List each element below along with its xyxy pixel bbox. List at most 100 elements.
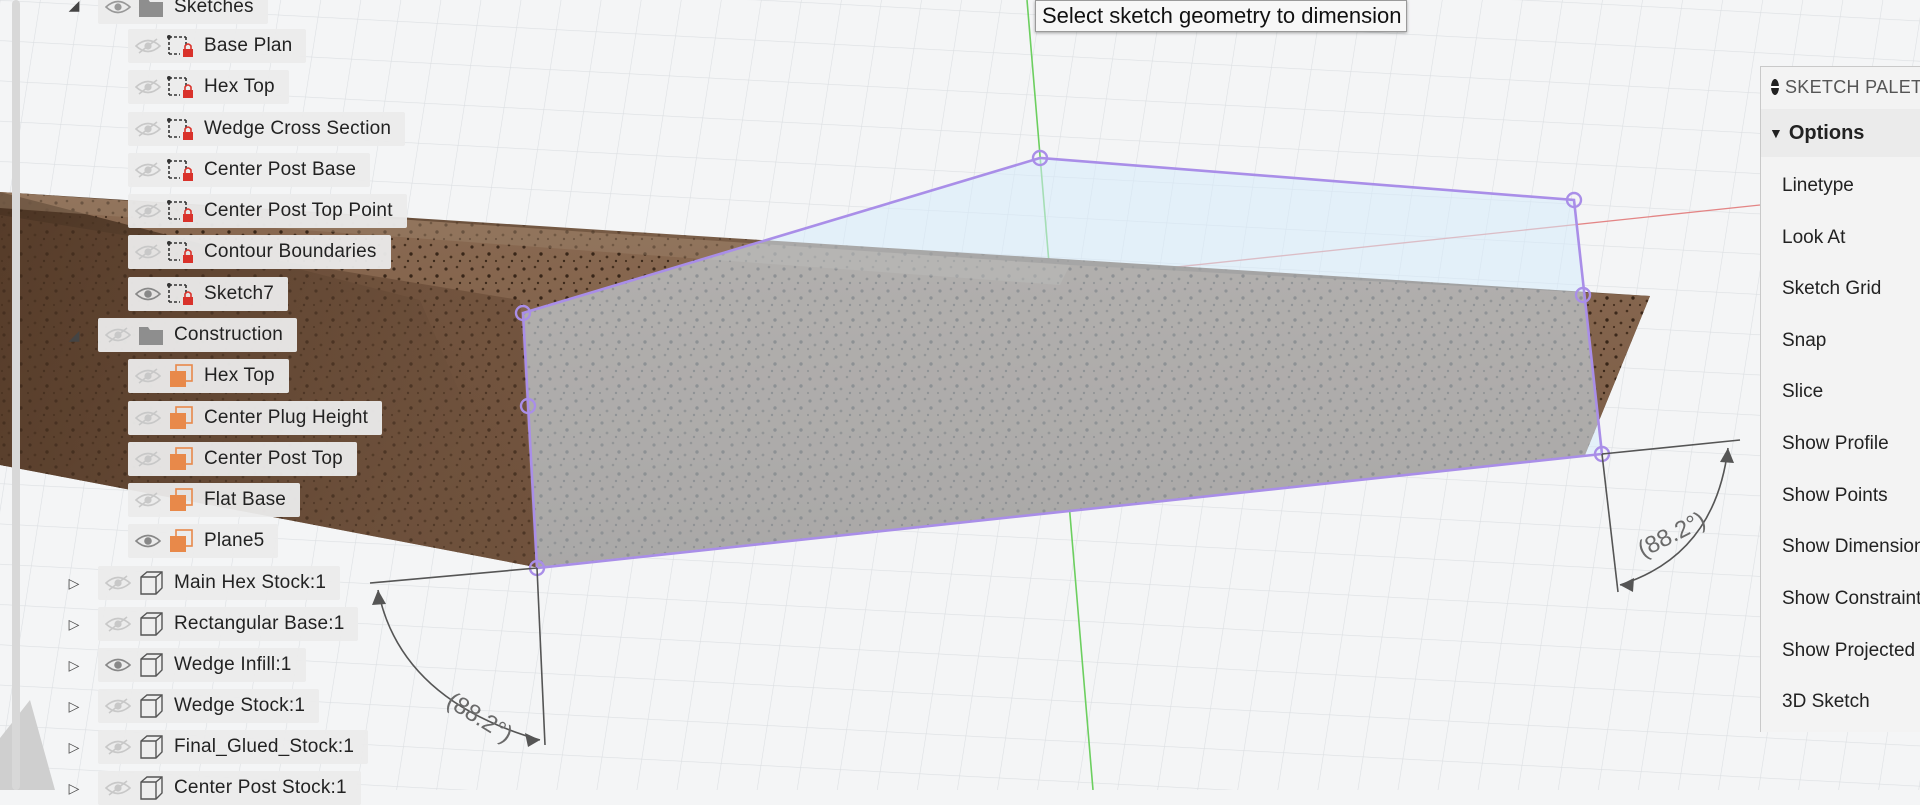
body-item-wedge-infill[interactable]: Wedge Infill:1 [98,648,306,682]
sketch-item-sketch7[interactable]: Sketch7 [128,277,289,311]
eye-hidden-icon[interactable] [132,408,164,428]
sketch-item-label: Wedge Cross Section [204,118,392,139]
option-show-constraints[interactable]: Show Constraints [1782,588,1920,610]
construction-plane-icon [164,361,198,391]
option-show-projected[interactable]: Show Projected [1782,640,1915,662]
plane-item-label: Hex Top [204,365,275,386]
sketch-locked-icon [164,31,198,61]
eye-hidden-icon[interactable] [132,490,164,510]
option-show-dimensions[interactable]: Show Dimensions [1782,536,1920,558]
expand-toggle[interactable]: ▷ [66,616,82,632]
body-cube-icon [134,773,168,803]
body-cube-icon [134,650,168,680]
sketch-item-wedge-cross-section[interactable]: Wedge Cross Section [128,112,406,146]
sketch-item-center-post-base[interactable]: Center Post Base [128,153,371,187]
eye-hidden-icon[interactable] [132,77,164,97]
option-show-points[interactable]: Show Points [1782,485,1888,507]
sketch-item-center-post-top-point[interactable]: Center Post Top Point [128,194,407,228]
sketch-palette-header[interactable]: SKETCH PALETTE [1761,67,1920,107]
option-look-at[interactable]: Look At [1782,227,1845,249]
option-linetype[interactable]: Linetype [1782,175,1854,197]
sketch-locked-icon [164,196,198,226]
plane-item-center-plug-height[interactable]: Center Plug Height [128,401,383,435]
body-cube-icon [134,691,168,721]
body-item-label: Main Hex Stock:1 [174,572,327,593]
body-item-center-post-stock[interactable]: Center Post Stock:1 [98,771,361,805]
body-cube-icon [134,568,168,598]
eye-hidden-icon[interactable] [102,325,134,345]
plane-item-center-post-top[interactable]: Center Post Top [128,442,357,476]
eye-icon[interactable] [132,284,164,304]
body-item-rectangular-base[interactable]: Rectangular Base:1 [98,607,359,641]
body-item-final-glued-stock[interactable]: Final_Glued_Stock:1 [98,730,369,764]
eye-hidden-icon[interactable] [102,573,134,593]
body-item-label: Rectangular Base:1 [174,613,345,634]
collapse-minus-icon[interactable] [1771,79,1779,95]
body-item-main-hex-stock[interactable]: Main Hex Stock:1 [98,566,341,600]
plane-item-label: Center Post Top [204,448,343,469]
eye-hidden-icon[interactable] [132,36,164,56]
construction-folder[interactable]: Construction [98,318,298,352]
plane-item-label: Center Plug Height [204,407,369,428]
expand-toggle[interactable]: ▷ [66,698,82,714]
options-section-header[interactable]: ▼ Options [1761,109,1920,157]
plane-item-plane5[interactable]: Plane5 [128,524,279,558]
eye-hidden-icon[interactable] [132,449,164,469]
sketch-item-label: Base Plan [204,35,293,56]
sketch-locked-icon [164,114,198,144]
sketch-item-label: Center Post Base [204,159,357,180]
expand-toggle[interactable]: ▷ [66,657,82,673]
expand-toggle[interactable]: ▷ [66,780,82,796]
sketch-item-label: Center Post Top Point [204,200,393,221]
eye-hidden-icon[interactable] [102,778,134,798]
construction-plane-icon [164,526,198,556]
eye-icon[interactable] [102,655,134,675]
folder-label: Construction [174,324,284,345]
sketches-folder[interactable]: Sketches [98,0,268,24]
sketch-item-hex-top[interactable]: Hex Top [128,70,289,104]
eye-hidden-icon[interactable] [132,242,164,262]
body-item-label: Final_Glued_Stock:1 [174,736,355,757]
sketch-item-base-plan[interactable]: Base Plan [128,29,307,63]
option-slice[interactable]: Slice [1782,381,1823,403]
option-sketch-grid[interactable]: Sketch Grid [1782,278,1881,300]
eye-hidden-icon[interactable] [132,160,164,180]
sketch-palette-title: SKETCH PALETTE [1785,76,1920,97]
option-snap[interactable]: Snap [1782,330,1826,352]
construction-collapse-toggle[interactable]: ◢ [66,327,82,343]
body-item-label: Center Post Stock:1 [174,777,347,798]
eye-hidden-icon[interactable] [132,119,164,139]
sketch-item-label: Sketch7 [204,283,275,304]
sketch-locked-icon [164,237,198,267]
body-cube-icon [134,609,168,639]
plane-item-flat-base[interactable]: Flat Base [128,483,301,517]
browser-tree: ◢ Sketches Base Plan Hex Top Wedge Cross… [0,0,460,805]
option-show-profile[interactable]: Show Profile [1782,433,1889,455]
construction-plane-icon [164,485,198,515]
eye-hidden-icon[interactable] [102,614,134,634]
sketch-palette: SKETCH PALETTE ▼ Options Linetype Look A… [1760,66,1920,732]
command-tooltip: Select sketch geometry to dimension [1035,0,1407,32]
expand-toggle[interactable]: ▷ [66,575,82,591]
sketch-item-contour-boundaries[interactable]: Contour Boundaries [128,235,391,269]
sketch-locked-icon [164,155,198,185]
plane-item-hex-top[interactable]: Hex Top [128,359,289,393]
sketches-collapse-toggle[interactable]: ◢ [66,0,82,13]
eye-icon[interactable] [132,531,164,551]
eye-hidden-icon[interactable] [102,696,134,716]
tooltip-text: Select sketch geometry to dimension [1042,3,1402,28]
eye-hidden-icon[interactable] [102,737,134,757]
construction-plane-icon [164,444,198,474]
plane-item-label: Flat Base [204,489,287,510]
body-item-wedge-stock[interactable]: Wedge Stock:1 [98,689,320,723]
sketch-item-label: Contour Boundaries [204,241,377,262]
sketch-locked-icon [164,72,198,102]
expand-toggle[interactable]: ▷ [66,739,82,755]
options-section-label: Options [1788,121,1865,144]
body-item-label: Wedge Infill:1 [174,654,292,675]
eye-hidden-icon[interactable] [132,366,164,386]
eye-icon[interactable] [102,0,134,17]
option-3d-sketch[interactable]: 3D Sketch [1782,691,1870,713]
construction-plane-icon [164,403,198,433]
eye-hidden-icon[interactable] [132,201,164,221]
